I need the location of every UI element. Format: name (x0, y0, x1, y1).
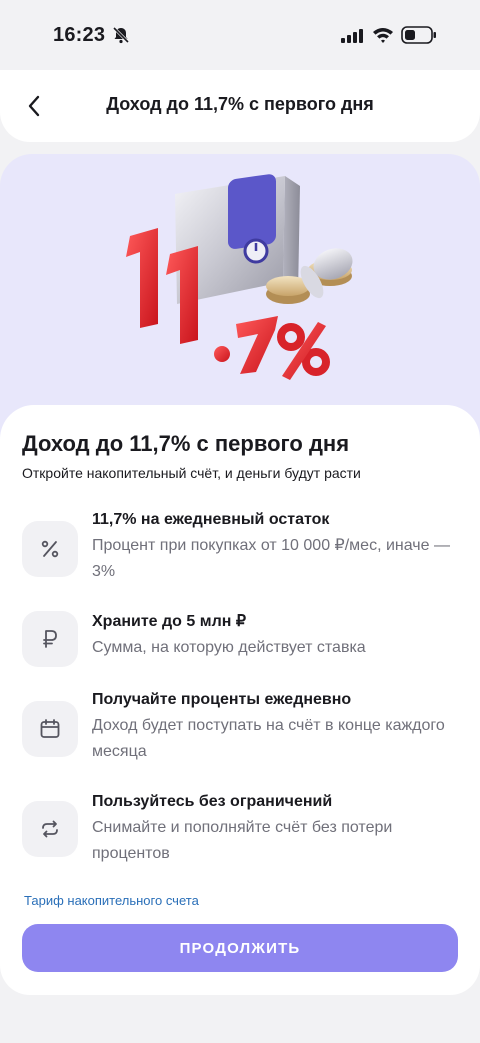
wifi-icon (373, 28, 393, 43)
continue-button[interactable]: ПРОДОЛЖИТЬ (22, 924, 458, 972)
feature-item: Храните до 5 млн ₽ Сумма, на которую дей… (22, 611, 462, 673)
hero-banner (0, 154, 480, 444)
battery-icon (401, 26, 436, 44)
feature-description: Процент при покупках от 10 000 ₽/мес, ин… (92, 537, 450, 580)
calendar-icon (22, 701, 78, 757)
page-title: Доход до 11,7% с первого дня (106, 94, 374, 114)
feature-item: 11,7% на ежедневный остаток Процент при … (22, 509, 462, 589)
tariff-link[interactable]: Тариф накопительного счета (24, 893, 199, 908)
info-card: Доход до 11,7% с первого дня Откройте на… (0, 405, 480, 995)
percent-icon (22, 521, 78, 577)
feature-title: 11,7% на ежедневный остаток (92, 511, 330, 528)
card-title: Доход до 11,7% с первого дня (22, 431, 350, 456)
status-bar: 16:23 (0, 0, 480, 70)
feature-description: Снимайте и пополняйте счёт без потери пр… (92, 819, 393, 862)
feature-title: Храните до 5 млн ₽ (92, 613, 247, 630)
safe-illustration (126, 174, 353, 380)
chevron-left-icon (28, 95, 40, 117)
feature-title: Пользуйтесь без ограничений (92, 793, 333, 810)
status-time: 16:23 (53, 24, 106, 46)
bell-mute-icon (112, 26, 130, 44)
cellular-signal-icon (341, 29, 363, 43)
feature-title: Получайте проценты ежедневно (92, 691, 352, 708)
feature-item: Получайте проценты ежедневно Доход будет… (22, 689, 462, 769)
feature-description: Доход будет поступать на счёт в конце ка… (92, 717, 445, 760)
feature-item: Пользуйтесь без ограничений Снимайте и п… (22, 791, 462, 871)
card-subtitle: Откройте накопительный счёт, и деньги бу… (22, 465, 361, 481)
back-button[interactable] (18, 90, 50, 122)
nav-bar: Доход до 11,7% с первого дня (0, 70, 480, 142)
feature-description: Сумма, на которую действует ставка (92, 639, 366, 656)
refresh-icon (22, 801, 78, 857)
ruble-icon (22, 611, 78, 667)
